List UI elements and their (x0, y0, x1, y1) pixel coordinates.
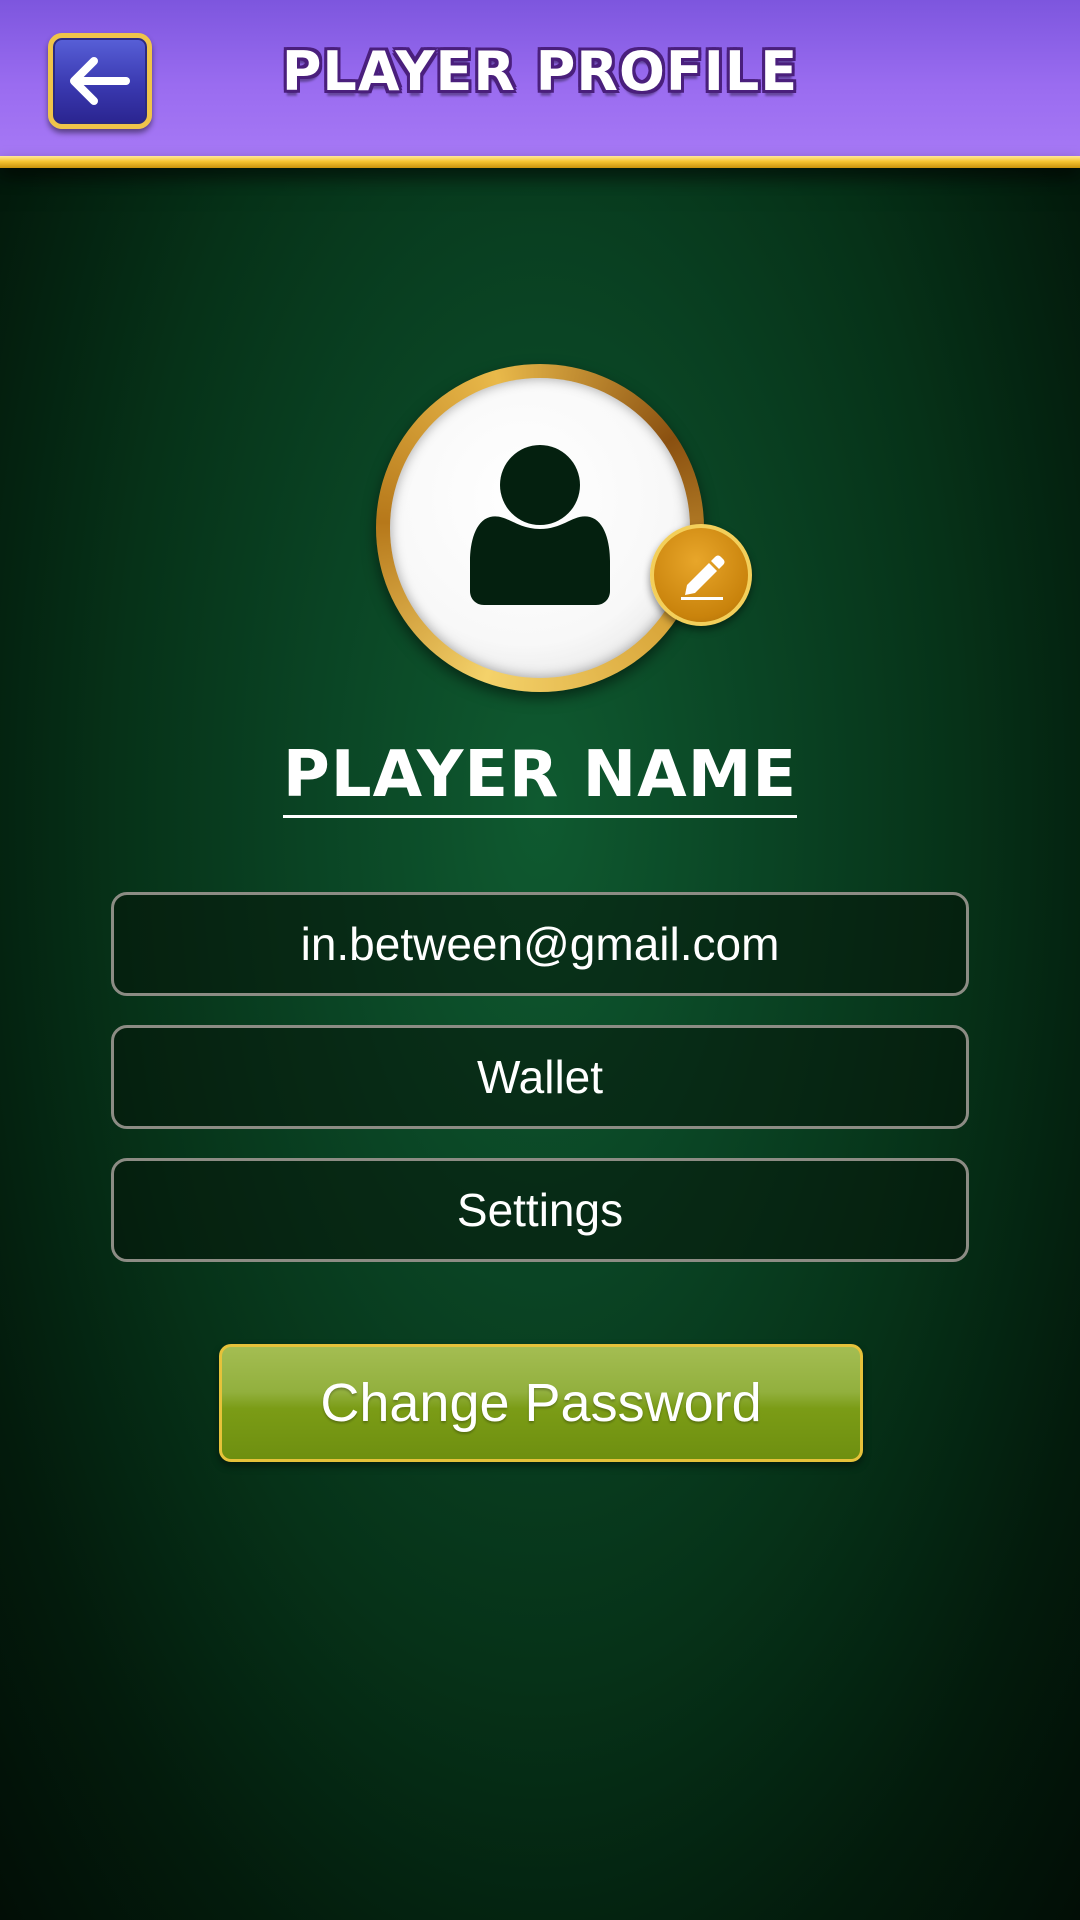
wallet-label: Wallet (476, 1051, 604, 1103)
avatar[interactable] (376, 364, 704, 692)
top-bar: PLAYER PROFILE (0, 0, 1080, 156)
player-name-text: PLAYER NAME (282, 741, 798, 819)
change-password-label: Change Password (320, 1373, 762, 1433)
header-divider (0, 156, 1080, 168)
edit-avatar-button[interactable] (650, 524, 752, 626)
email-value: in.between@gmail.com (300, 918, 780, 970)
player-name-heading[interactable]: PLAYER NAME (0, 738, 1080, 819)
change-password-button[interactable]: Change Password (219, 1344, 863, 1462)
pencil-icon (681, 555, 725, 600)
settings-label: Settings (456, 1184, 624, 1236)
settings-button[interactable]: Settings (111, 1158, 969, 1262)
avatar-frame (390, 378, 690, 678)
email-field[interactable]: in.between@gmail.com (111, 892, 969, 996)
wallet-button[interactable]: Wallet (111, 1025, 969, 1129)
user-silhouette-icon (470, 445, 610, 605)
page-title: PLAYER PROFILE (281, 40, 799, 103)
